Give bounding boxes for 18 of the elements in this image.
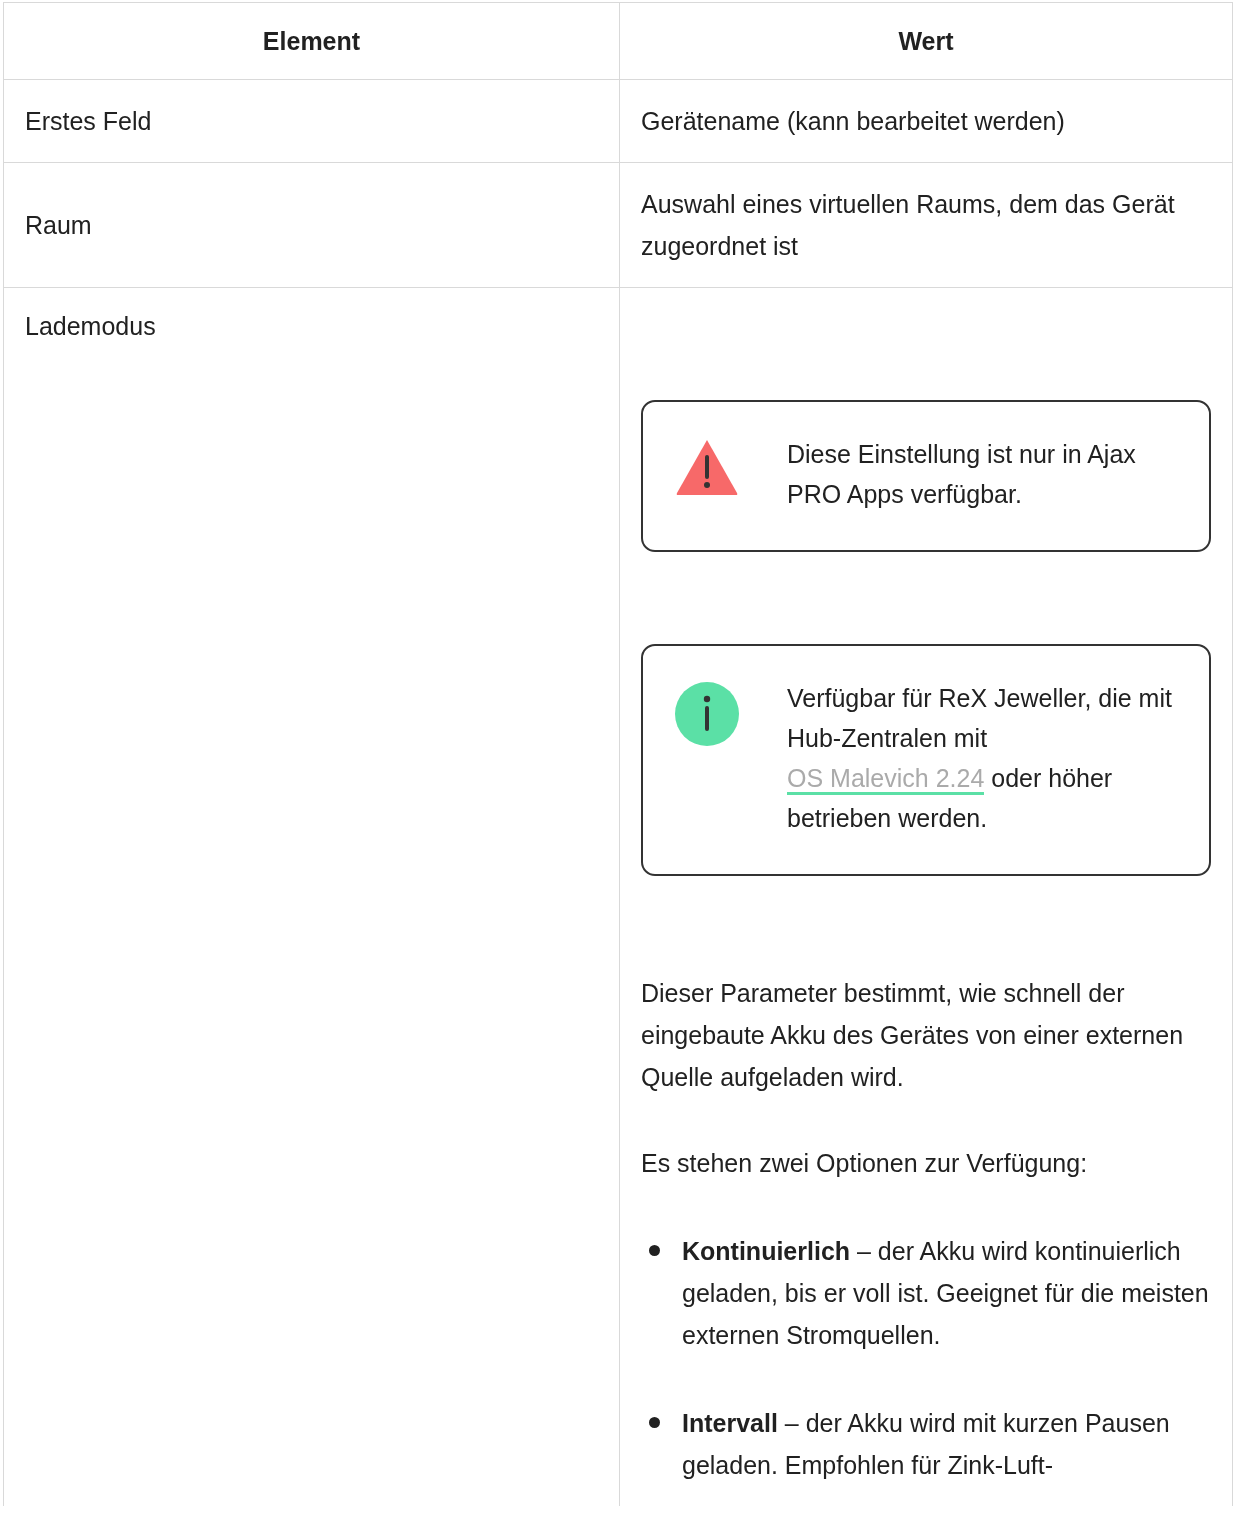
info-icon	[675, 682, 739, 746]
bullet-dot	[649, 1245, 660, 1256]
table-cell-text: Erstes Feld	[25, 106, 152, 137]
table-cell-text: Gerätename (kann bearbeitet werden)	[641, 106, 1066, 137]
table-cell-text: Auswahl eines virtuellen Raums, dem das Gerät zugeordnet ist	[641, 189, 1176, 262]
warning-text: Diese Einstellung ist nur in Ajax PRO Apps verfügbar.	[787, 439, 1137, 510]
warning-icon	[675, 438, 739, 496]
list-item: Intervall – der Akku wird mit kurzen Pausen geladen. Empfohlen für Zink-Luft-	[682, 1408, 1171, 1481]
info-text: Verfügbar für ReX Jeweller, die mit Hub-Zentralen mit OS Malevich 2.24 oder höher betrieben werden.	[787, 683, 1173, 834]
column-header: Element	[261, 25, 362, 57]
table-cell-text: Es stehen zwei Optionen zur Verfügung:	[641, 1148, 1089, 1179]
version-link[interactable]: OS Malevich 2.24	[787, 764, 985, 795]
bullet-dot	[649, 1417, 660, 1428]
column-header: Wert	[619, 3, 1232, 79]
table-cell-text: Dieser Parameter bestimmt, wie schnell der eingebaute Akku des Gerätes von einer externen Quelle aufgeladen wird.	[641, 978, 1185, 1093]
table-cell-text: Raum	[25, 210, 92, 241]
list-item: Kontinuierlich – der Akku wird kontinuierlich geladen, bis er voll ist. Geeignet für die meisten externen Stromquellen.	[682, 1236, 1210, 1351]
table-cell-text: Lademodus	[25, 311, 156, 342]
